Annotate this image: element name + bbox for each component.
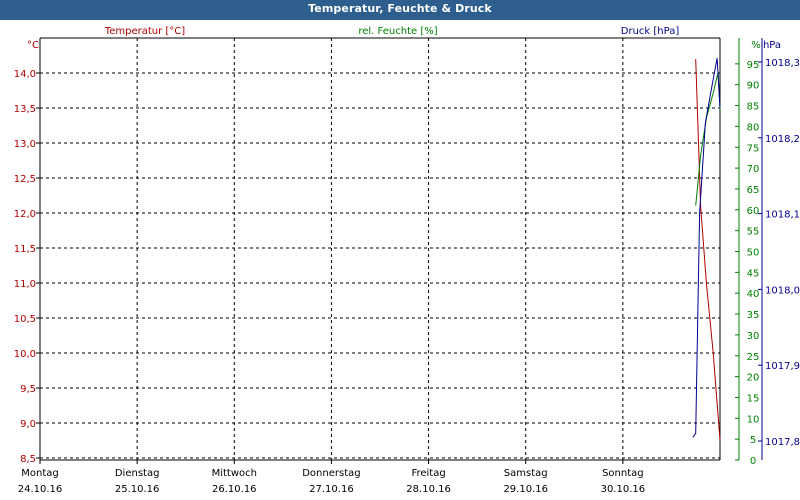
humidity-series-line <box>695 72 721 206</box>
pressure-tick-label: 1018,2 <box>765 134 800 145</box>
chart-svg: 14,0 13,5 13,0 12,5 12,0 11,5 11,0 10,5 10,0 9,5 9… <box>14 26 800 495</box>
humidity-tick-label: 50 <box>747 248 760 259</box>
humidity-tick-label: 90 <box>747 81 760 92</box>
humidity-tick-label: 55 <box>747 227 760 238</box>
x-tick-day-label: Mittwoch <box>212 468 257 479</box>
temperature-tick-label: 11,0 <box>14 279 36 290</box>
chart-ticks: 14,0 13,5 13,0 12,5 12,0 11,5 11,0 10,5 10,0 9,5 9… <box>14 58 800 495</box>
humidity-tick-label: 0 <box>750 456 756 467</box>
temperature-tick-label: 13,0 <box>14 139 36 150</box>
x-tick-date-label: 30.10.16 <box>601 484 646 495</box>
pressure-tick-label: 1018,3 <box>765 58 800 69</box>
x-tick-date-label: 25.10.16 <box>115 484 160 495</box>
x-tick-date-label: 28.10.16 <box>406 484 451 495</box>
chart-series <box>692 58 721 441</box>
temperature-tick-label: 12,0 <box>14 209 36 220</box>
temperature-tick-label: 10,5 <box>14 314 36 325</box>
pressure-tick-label: 1017,8 <box>765 437 800 448</box>
humidity-tick-label: 65 <box>747 185 760 196</box>
chart-grid <box>40 38 721 460</box>
x-tick-day-label: Samstag <box>504 468 548 479</box>
temperature-unit-label: °C <box>27 40 39 51</box>
humidity-tick-label: 35 <box>747 310 760 321</box>
temperature-tick-label: 8,5 <box>20 454 36 465</box>
temperature-axis-title: Temperatur [°C] <box>104 26 185 37</box>
humidity-tick-label: 40 <box>747 289 760 300</box>
pressure-unit-label: hPa <box>763 40 781 51</box>
humidity-tick-label: 25 <box>747 352 760 363</box>
humidity-tick-label: 95 <box>747 60 760 71</box>
pressure-axis-title: Druck [hPa] <box>621 26 680 37</box>
pressure-tick-label: 1018,1 <box>765 210 800 221</box>
humidity-tick-label: 75 <box>747 143 760 154</box>
temperature-tick-label: 12,5 <box>14 174 36 185</box>
x-tick-date-label: 29.10.16 <box>503 484 548 495</box>
humidity-tick-label: 30 <box>747 331 760 342</box>
humidity-tick-label: 10 <box>747 414 760 425</box>
humidity-axis-title: rel. Feuchte [%] <box>358 26 437 37</box>
x-tick-day-label: Montag <box>21 468 58 479</box>
humidity-tick-label: 80 <box>747 122 760 133</box>
pressure-tick-label: 1018,0 <box>765 285 800 296</box>
x-tick-day-label: Donnerstag <box>302 468 360 479</box>
temperature-tick-label: 13,5 <box>14 104 36 115</box>
temperature-tick-label: 11,5 <box>14 244 36 255</box>
x-tick-day-label: Dienstag <box>115 468 160 479</box>
chart-axes <box>39 37 763 461</box>
temperature-tick-label: 14,0 <box>14 69 36 80</box>
x-tick-date-label: 24.10.16 <box>18 484 63 495</box>
humidity-tick-label: 5 <box>750 435 756 446</box>
x-tick-date-label: 26.10.16 <box>212 484 257 495</box>
humidity-tick-label: 20 <box>747 373 760 384</box>
humidity-unit-label: % <box>751 40 761 51</box>
temperature-tick-label: 9,5 <box>20 384 36 395</box>
x-tick-day-label: Sonntag <box>602 468 644 479</box>
humidity-tick-label: 85 <box>747 102 760 113</box>
humidity-tick-label: 70 <box>747 164 760 175</box>
x-tick-date-label: 27.10.16 <box>309 484 354 495</box>
humidity-tick-label: 45 <box>747 268 760 279</box>
temperature-tick-label: 9,0 <box>20 419 36 430</box>
humidity-tick-label: 15 <box>747 393 760 404</box>
x-tick-day-label: Freitag <box>411 468 445 479</box>
pressure-tick-label: 1017,9 <box>765 361 800 372</box>
humidity-tick-label: 60 <box>747 206 760 217</box>
temperature-tick-label: 10,0 <box>14 349 36 360</box>
